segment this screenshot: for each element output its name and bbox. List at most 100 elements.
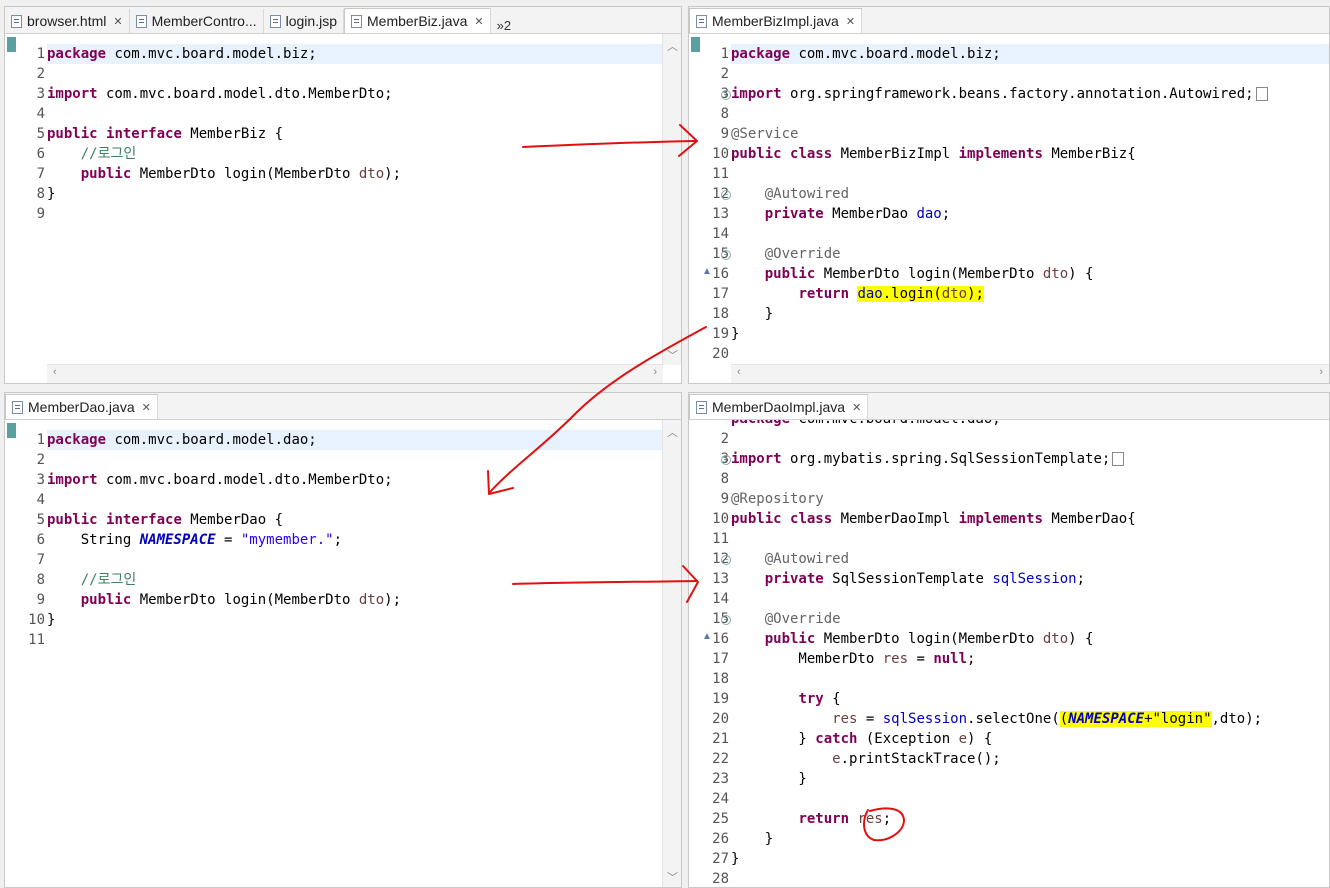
code-line[interactable]: @Service	[731, 124, 1329, 144]
horizontal-scrollbar[interactable]: ‹ ›	[731, 364, 1329, 383]
tab-member-controller[interactable]: MemberContro...	[130, 9, 264, 33]
code-area[interactable]: package com.mvc.board.model.dao; import o…	[731, 420, 1329, 887]
code-line[interactable]: @Override	[731, 244, 1329, 264]
code-line[interactable]	[731, 104, 1329, 124]
tab-member-dao-impl-java[interactable]: MemberDaoImpl.java ✕	[689, 394, 869, 419]
code-line[interactable]: public interface MemberBiz {	[47, 124, 681, 144]
code-line[interactable]	[47, 64, 681, 84]
code-area[interactable]: package com.mvc.board.model.biz; import o…	[731, 34, 1329, 383]
fold-collapse-icon[interactable]: −	[721, 555, 731, 565]
code-line[interactable]: }	[731, 849, 1329, 869]
code-editor[interactable]: 1 2 3 4 5 6 7 8 9 package com.mvc.board.model.bi…	[5, 34, 681, 383]
code-line[interactable]	[731, 869, 1329, 887]
tab-member-biz-java[interactable]: MemberBiz.java ✕	[344, 8, 491, 33]
code-line[interactable]	[731, 529, 1329, 549]
scroll-right-icon[interactable]: ›	[1319, 366, 1323, 378]
scroll-up-icon[interactable]: ︿	[667, 38, 678, 54]
scroll-right-icon[interactable]: ›	[653, 366, 657, 378]
code-line[interactable]: @Autowired	[731, 549, 1329, 569]
code-line[interactable]: } catch (Exception e) {	[731, 729, 1329, 749]
fold-expand-icon[interactable]: +	[721, 455, 731, 465]
code-line[interactable]: String NAMESPACE = "mymember.";	[47, 530, 681, 550]
code-line[interactable]: private MemberDao dao;	[731, 204, 1329, 224]
close-icon[interactable]: ✕	[113, 15, 122, 28]
code-line[interactable]	[731, 344, 1329, 364]
close-icon[interactable]: ✕	[852, 401, 861, 414]
code-line[interactable]	[731, 224, 1329, 244]
horizontal-scrollbar[interactable]: ‹ ›	[47, 364, 663, 383]
code-line[interactable]: public MemberDto login(MemberDto dto);	[47, 590, 681, 610]
scroll-up-icon[interactable]: ︿	[667, 424, 678, 440]
code-line[interactable]: }	[731, 324, 1329, 344]
code-line[interactable]	[731, 669, 1329, 689]
collapsed-imports-icon[interactable]	[1255, 87, 1268, 101]
code-line[interactable]: @Autowired	[731, 184, 1329, 204]
code-line[interactable]: public MemberDto login(MemberDto dto);	[47, 164, 681, 184]
vertical-scrollbar[interactable]: ︿ ﹀	[662, 34, 681, 365]
fold-expand-icon[interactable]: +	[721, 90, 731, 100]
code-line[interactable]: public MemberDto login(MemberDto dto) {	[731, 629, 1329, 649]
collapsed-imports-icon[interactable]	[1112, 452, 1125, 466]
code-line[interactable]: res = sqlSession.selectOne((NAMESPACE+"l…	[731, 709, 1329, 729]
code-line[interactable]: //로그인	[47, 570, 681, 590]
code-line[interactable]: package com.mvc.board.model.dao;	[47, 430, 681, 450]
code-area[interactable]: package com.mvc.board.model.dao; import c…	[47, 420, 681, 887]
code-area[interactable]: package com.mvc.board.model.biz; import c…	[47, 34, 681, 383]
code-line[interactable]	[47, 104, 681, 124]
code-line[interactable]	[731, 164, 1329, 184]
fold-collapse-icon[interactable]: −	[721, 615, 731, 625]
code-line[interactable]: }	[47, 184, 681, 204]
fold-collapse-icon[interactable]: −	[721, 190, 731, 200]
close-icon[interactable]: ✕	[846, 15, 855, 28]
tab-member-biz-impl-java[interactable]: MemberBizImpl.java ✕	[689, 8, 863, 33]
code-line[interactable]: package com.mvc.board.model.dao;	[731, 420, 1329, 429]
code-line[interactable]: @Override	[731, 609, 1329, 629]
scroll-down-icon[interactable]: ﹀	[667, 347, 678, 363]
code-editor[interactable]: 2 3 +8 9 10 11 12−13 14 15−16 ▲ 17 18 19 20 21 22 23 24 25…	[689, 420, 1329, 887]
code-line[interactable]: import org.mybatis.spring.SqlSessionTemp…	[731, 449, 1329, 469]
code-line[interactable]: package com.mvc.board.model.biz;	[47, 44, 681, 64]
code-line[interactable]: public interface MemberDao {	[47, 510, 681, 530]
code-line[interactable]	[47, 490, 681, 510]
code-line[interactable]: public class MemberDaoImpl implements Me…	[731, 509, 1329, 529]
code-line[interactable]: MemberDto res = null;	[731, 649, 1329, 669]
close-icon[interactable]: ✕	[474, 15, 483, 28]
tab-login-jsp[interactable]: login.jsp	[264, 9, 344, 33]
fold-collapse-icon[interactable]: −	[721, 250, 731, 260]
code-line[interactable]: //로그인	[47, 144, 681, 164]
code-line[interactable]: e.printStackTrace();	[731, 749, 1329, 769]
code-line[interactable]: return res;	[731, 809, 1329, 829]
code-line[interactable]: private SqlSessionTemplate sqlSession;	[731, 569, 1329, 589]
code-line[interactable]	[47, 204, 681, 224]
tab-overflow-button[interactable]: »2	[491, 18, 517, 33]
tab-browser-html[interactable]: browser.html ✕	[5, 9, 130, 33]
code-line[interactable]: }	[47, 610, 681, 630]
code-line[interactable]	[731, 469, 1329, 489]
code-line[interactable]: public MemberDto login(MemberDto dto) {	[731, 264, 1329, 284]
code-line[interactable]: import org.springframework.beans.factory…	[731, 84, 1329, 104]
code-line[interactable]: import com.mvc.board.model.dto.MemberDto…	[47, 470, 681, 490]
code-line[interactable]: import com.mvc.board.model.dto.MemberDto…	[47, 84, 681, 104]
code-line[interactable]	[731, 429, 1329, 449]
scroll-down-icon[interactable]: ﹀	[667, 869, 678, 885]
code-line[interactable]: public class MemberBizImpl implements Me…	[731, 144, 1329, 164]
scroll-left-icon[interactable]: ‹	[53, 366, 57, 378]
code-line[interactable]	[47, 550, 681, 570]
code-line[interactable]: return dao.login(dto);	[731, 284, 1329, 304]
code-line[interactable]	[731, 589, 1329, 609]
code-line[interactable]: }	[731, 829, 1329, 849]
close-icon[interactable]: ✕	[142, 401, 151, 414]
code-line[interactable]: try {	[731, 689, 1329, 709]
vertical-scrollbar[interactable]: ︿ ﹀	[662, 420, 681, 887]
code-editor[interactable]: 1 2 3 4 5 6 7 8 9 10 11 package com.mvc.board.mode…	[5, 420, 681, 887]
code-editor[interactable]: 1 2 3 +8 9 10 11 12−13 14 15−16 ▲ 17 18 19 20 package …	[689, 34, 1329, 383]
scroll-left-icon[interactable]: ‹	[737, 366, 741, 378]
code-line[interactable]: }	[731, 769, 1329, 789]
code-line[interactable]	[731, 64, 1329, 84]
tab-member-dao-java[interactable]: MemberDao.java ✕	[5, 394, 158, 419]
code-line[interactable]: package com.mvc.board.model.biz;	[731, 44, 1329, 64]
code-line[interactable]: }	[731, 304, 1329, 324]
code-line[interactable]	[47, 450, 681, 470]
code-line[interactable]	[731, 789, 1329, 809]
code-line[interactable]	[47, 630, 681, 650]
